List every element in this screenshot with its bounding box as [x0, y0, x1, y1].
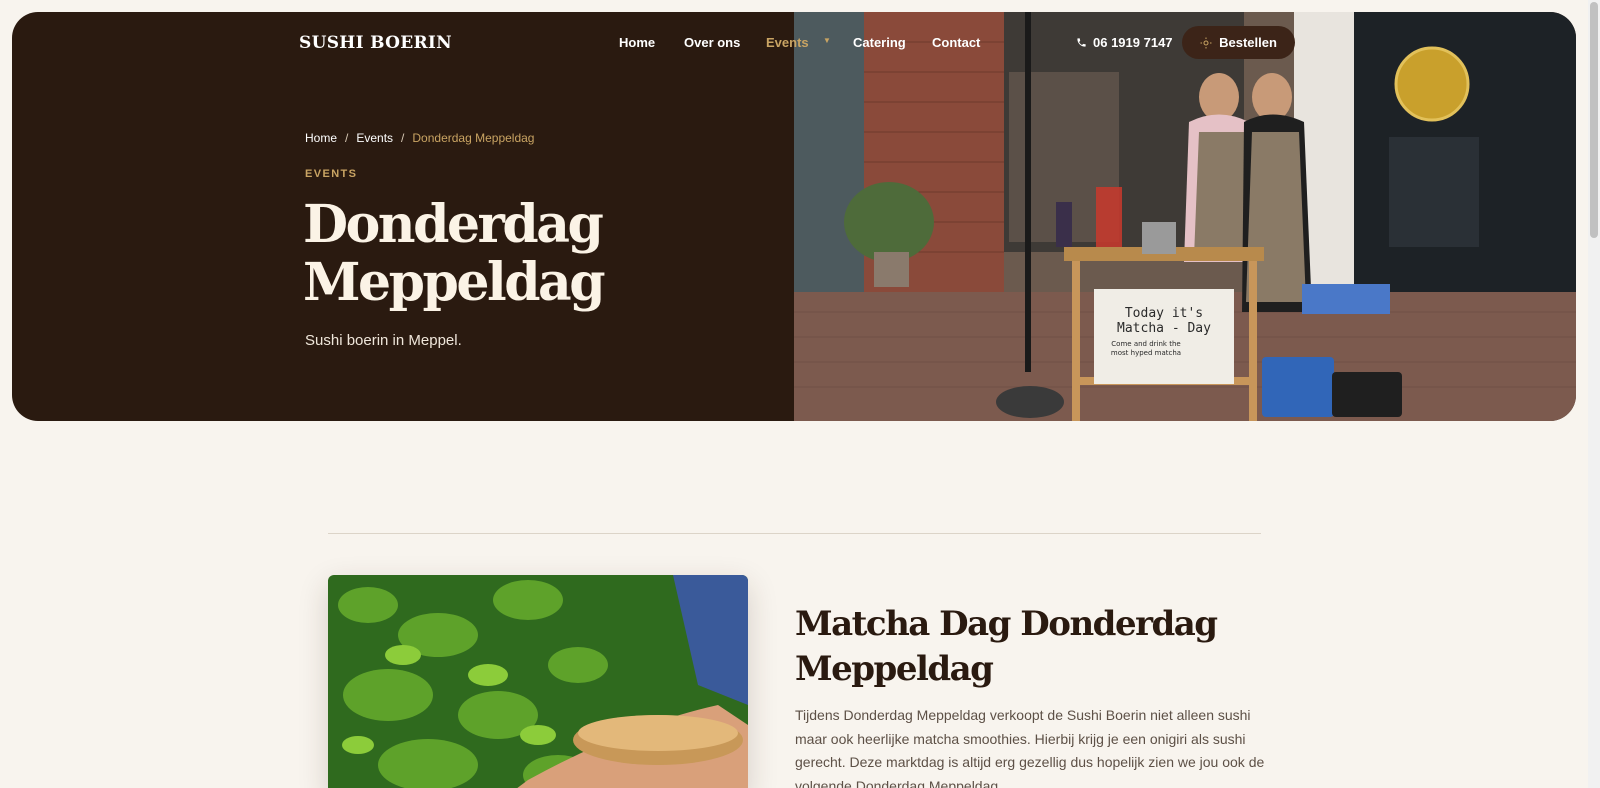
hero-photo: Today it's Matcha - Day Come and drink t…	[794, 12, 1576, 421]
scrollbar-thumb[interactable]	[1590, 2, 1598, 238]
nav-events[interactable]: Events	[766, 35, 809, 50]
breadcrumb-home[interactable]: Home	[305, 131, 337, 145]
brand-logo[interactable]: SUSHI BOERIN	[299, 33, 452, 53]
page-title-line1: Donderdag	[303, 194, 604, 255]
nav-home[interactable]: Home	[619, 35, 655, 50]
hero-section: Today it's Matcha - Day Come and drink t…	[12, 12, 1576, 421]
section-title-line1: Matcha Dag Donderdag	[795, 604, 1218, 644]
sun-icon	[1200, 37, 1212, 48]
nav-contact[interactable]: Contact	[932, 35, 980, 50]
order-button-label: Bestellen	[1219, 35, 1277, 50]
breadcrumb: Home / Events / Donderdag Meppeldag	[305, 131, 534, 145]
sign-line1: Today it's	[1125, 306, 1203, 321]
sign-line2: Matcha - Day	[1117, 321, 1211, 336]
hero-kicker: EVENTS	[305, 168, 358, 180]
phone-link[interactable]: 06 1919 7147	[1076, 35, 1173, 50]
section-title: Matcha Dag Donderdag Meppeldag	[795, 602, 1275, 692]
nav-catering[interactable]: Catering	[853, 35, 906, 50]
breadcrumb-events[interactable]: Events	[356, 131, 393, 145]
breadcrumb-separator: /	[345, 131, 349, 145]
section-divider	[328, 533, 1261, 534]
scrollbar[interactable]	[1588, 0, 1600, 788]
breadcrumb-separator: /	[401, 131, 405, 145]
phone-number: 06 1919 7147	[1093, 35, 1173, 50]
section-body: Tijdens Donderdag Meppeldag verkoopt de …	[795, 707, 1265, 788]
page-title-line2: Meppeldag	[303, 252, 606, 313]
sign-line4: most hyped matcha	[1111, 349, 1181, 357]
page-title: Donderdag Meppeldag	[303, 196, 773, 312]
top-navigation: SUSHI BOERIN Home Over ons Events ▼ Cate…	[12, 12, 1576, 72]
chevron-down-icon[interactable]: ▼	[823, 36, 831, 45]
order-button[interactable]: Bestellen	[1182, 26, 1295, 59]
sign-line3: Come and drink the	[1111, 340, 1180, 348]
phone-icon	[1077, 38, 1086, 47]
nav-over-ons[interactable]: Over ons	[684, 35, 740, 50]
section-title-line2: Meppeldag	[795, 649, 994, 689]
hero-subtitle: Sushi boerin in Meppel.	[305, 332, 462, 349]
breadcrumb-current: Donderdag Meppeldag	[412, 131, 535, 145]
tea-picking-photo	[328, 575, 748, 788]
